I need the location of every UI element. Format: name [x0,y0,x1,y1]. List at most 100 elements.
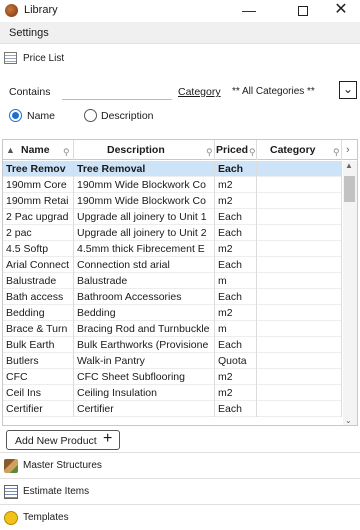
category-label: Category [178,86,221,98]
cell-name: 190mm Core [3,177,74,193]
cell-description: Upgrade all joinery to Unit 1 [74,209,215,225]
table-row[interactable]: 4.5 Softp 4.5mm thick Fibrecement Em2 [3,241,342,257]
estimate-items-icon [4,485,18,499]
cell-category [257,369,342,385]
table-row[interactable]: 2 pac Upgrade all joinery to Unit 2 Each [3,225,342,241]
table-row[interactable]: Bulk Earth Bulk Earthworks (Provisione Eac… [3,337,342,353]
table-row[interactable]: Brace & Turn Bracing Rod and Turnbuckle m [3,321,342,337]
cell-priced: Each [215,161,257,177]
cell-category [257,177,342,193]
plus-icon: + [103,430,113,447]
cell-priced: Each [215,289,257,305]
column-filter-icon[interactable]: ⚲ [333,142,340,162]
cell-description: Walk-in Pantry [74,353,215,369]
cell-name: Bulk Earth [3,337,74,353]
column-header-description[interactable]: Description ⚲ [74,140,215,160]
column-filter-icon[interactable]: ⚲ [249,142,256,162]
title-bar: Library — ✕ [0,0,360,22]
cell-description: Upgrade all joinery to Unit 2 [74,225,215,241]
column-header-category[interactable]: Category ⚲ [257,140,342,160]
scroll-right-icon[interactable]: › [346,140,350,160]
cell-description: Bedding [74,305,215,321]
cell-priced: Each [215,257,257,273]
cell-category [257,273,342,289]
price-list-label: Price List [23,53,65,64]
scroll-down-icon[interactable]: ⌄ [345,416,352,425]
table-row[interactable]: Certifier Certifier Each [3,401,342,417]
cell-description: Bulk Earthworks (Provisione [74,337,215,353]
radio-description[interactable] [84,109,97,122]
cell-name: Ceil Ins [3,385,74,401]
table-row[interactable]: Tree Remov Tree Removal Each [3,161,342,177]
cell-category [257,321,342,337]
table-row[interactable]: Butlers Walk-in Pantry Quota [3,353,342,369]
cell-name: Certifier [3,401,74,417]
cell-description: CFC Sheet Subflooring [74,369,215,385]
sort-ascending-icon: ▲ [6,145,15,155]
cell-category [257,385,342,401]
column-filter-icon[interactable]: ⚲ [63,142,70,162]
cell-name: 2 pac [3,225,74,241]
add-new-product-button[interactable]: Add New Product + [6,430,120,450]
close-button[interactable]: ✕ [318,0,360,22]
cell-description: Certifier [74,401,215,417]
cell-name: Bedding [3,305,74,321]
cell-priced: m2 [215,193,257,209]
cell-priced: m [215,273,257,289]
column-header-priced[interactable]: Priced ⚲ [215,140,257,160]
contains-input[interactable] [62,83,172,100]
templates-icon [4,511,18,525]
scrollbar-thumb[interactable] [344,176,355,202]
category-select[interactable]: ** All Categories ** [232,83,336,100]
cell-name: Tree Remov [3,161,74,177]
cell-priced: m2 [215,305,257,321]
cell-category [257,161,342,177]
category-dropdown-button[interactable]: ⌄ [339,81,357,99]
vertical-scrollbar[interactable]: ▲ ⌄ [343,161,357,425]
cell-category [257,305,342,321]
cell-category [257,289,342,305]
nav-templates[interactable]: Templates [0,504,360,530]
nav-master-structures[interactable]: Master Structures [0,452,360,478]
radio-name-label: Name [27,110,56,122]
table-row[interactable]: Arial Connect Connection std arial Each [3,257,342,273]
cell-category [257,353,342,369]
cell-category [257,257,342,273]
cell-name: 2 Pac upgrad [3,209,74,225]
settings-bar: Settings [0,22,360,44]
cell-priced: Each [215,401,257,417]
cell-description: Bathroom Accessories [74,289,215,305]
column-filter-icon[interactable]: ⚲ [206,142,213,162]
table-row[interactable]: CFC CFC Sheet Subflooring m2 [3,369,342,385]
column-header-name[interactable]: ▲ Name ⚲ [3,140,74,160]
cell-category [257,337,342,353]
cell-description: 190mm Wide Blockwork Co [74,177,215,193]
cell-priced: m2 [215,369,257,385]
cell-priced: m [215,321,257,337]
cell-name: Brace & Turn [3,321,74,337]
table-row[interactable]: Bedding Bedding m2 [3,305,342,321]
table-row[interactable]: 2 Pac upgrad Upgrade all joinery to Unit … [3,209,342,225]
cell-category [257,193,342,209]
radio-description-label: Description [101,110,154,122]
settings-menu[interactable]: Settings [9,27,49,39]
nav-estimate-items[interactable]: Estimate Items [0,478,360,504]
product-grid: ▲ Name ⚲ Description ⚲ Priced ⚲ Category… [2,139,358,426]
cell-priced: m2 [215,241,257,257]
minimize-button[interactable]: — [226,0,272,22]
scroll-up-icon[interactable]: ▲ [345,161,353,170]
table-row[interactable]: Ceil Ins Ceiling Insulation m2 [3,385,342,401]
table-row[interactable]: Bath access Bathroom Accessories Each [3,289,342,305]
cell-category [257,225,342,241]
contains-label: Contains [9,86,51,98]
chevron-down-icon: ⌄ [342,82,354,96]
cell-priced: Quota [215,353,257,369]
table-row[interactable]: 190mm Core 190mm Wide Blockwork Co m2 [3,177,342,193]
cell-name: Bath access [3,289,74,305]
table-row[interactable]: Balustrade Balustrade m [3,273,342,289]
cell-description: Balustrade [74,273,215,289]
cell-description: Tree Removal [74,161,215,177]
radio-name[interactable] [9,109,22,122]
cell-name: CFC [3,369,74,385]
table-row[interactable]: 190mm Retai 190mm Wide Blockwork Co m2 [3,193,342,209]
